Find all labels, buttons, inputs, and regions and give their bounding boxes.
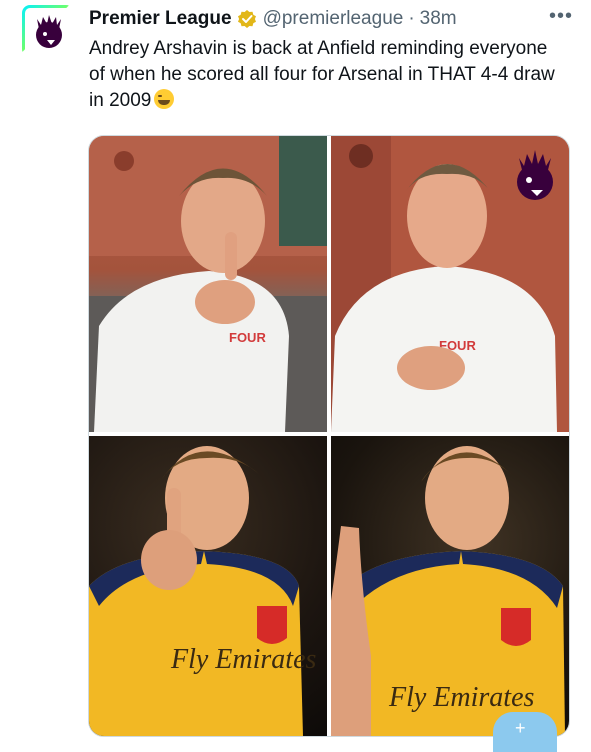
tweet-text: Andrey Arshavin is back at Anfield remin…	[89, 36, 559, 114]
tweet-header: Premier League @premierleague · 38m	[89, 6, 561, 32]
more-options-button[interactable]: •••	[549, 4, 573, 28]
plus-icon: +	[515, 718, 526, 738]
photo-arshavin-shush: FOUR	[89, 136, 327, 432]
separator-dot: ·	[408, 8, 415, 29]
photo-top-right[interactable]: FOUR	[331, 136, 569, 432]
shirt-text: FOUR	[229, 330, 266, 345]
premier-league-lion-icon	[36, 15, 62, 48]
tweet-media-grid[interactable]: FOUR FOUR Fly Emirates Fly Emirates	[88, 135, 570, 737]
avatar[interactable]	[22, 5, 74, 57]
verified-badge-icon	[237, 9, 257, 29]
tweet[interactable]: Premier League @premierleague · 38m ••• …	[0, 0, 591, 752]
author-handle[interactable]: @premierleague	[263, 8, 404, 30]
photo-top-left[interactable]: FOUR	[89, 136, 327, 432]
compose-fab-button[interactable]: +	[493, 712, 557, 752]
photo-bottom-left[interactable]: Fly Emirates	[89, 436, 327, 736]
photo-arshavin-arsenal-shush: Fly Emirates	[89, 446, 317, 736]
photo-bottom-right[interactable]: Fly Emirates	[331, 436, 569, 736]
more-icon: •••	[549, 5, 574, 27]
photo-arshavin-arsenal-four: Fly Emirates	[331, 446, 565, 736]
premier-league-lion-icon	[517, 150, 553, 200]
shirt-sponsor: Fly Emirates	[388, 682, 535, 713]
shirt-sponsor: Fly Emirates	[170, 644, 317, 675]
author-name[interactable]: Premier League	[89, 8, 232, 30]
timestamp[interactable]: 38m	[420, 8, 457, 30]
tears-of-joy-icon	[154, 89, 175, 109]
